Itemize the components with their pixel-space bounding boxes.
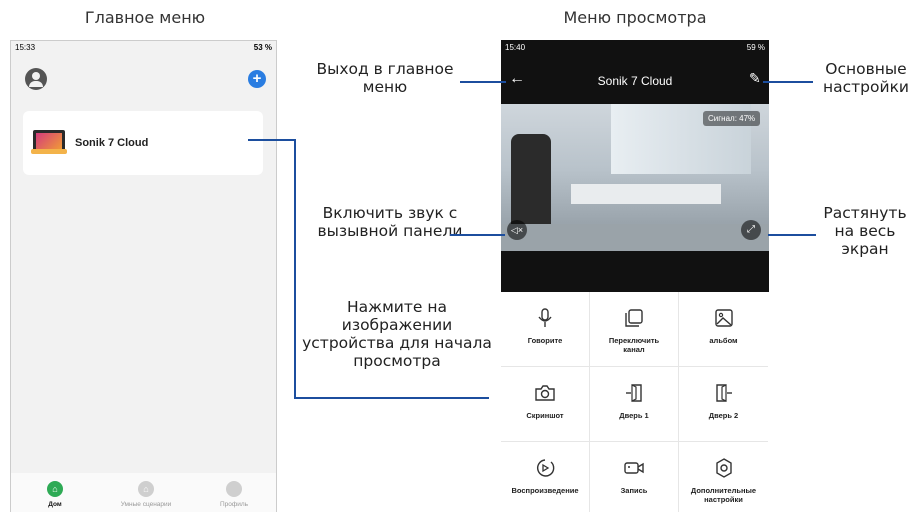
note-tap-device: Нажмите на изображении устройства для на…	[302, 298, 492, 370]
fullscreen-icon[interactable]: ⤢	[741, 220, 761, 240]
home-icon: ⌂	[47, 481, 63, 497]
smart-scene-icon: ⌂	[138, 481, 154, 497]
connector-sound	[450, 234, 505, 236]
nav-smart-scenes[interactable]: ⌂ Умные сценарии	[106, 481, 186, 508]
bottom-nav: ⌂ Дом ⌂ Умные сценарии Профиль	[11, 473, 276, 512]
record-button[interactable]: Запись	[590, 442, 679, 512]
viewer-title: Sonik 7 Cloud	[597, 74, 673, 88]
talk-button[interactable]: Говорите	[501, 292, 590, 367]
playback-button[interactable]: Воспроизведение	[501, 442, 590, 512]
door-2-button[interactable]: Дверь 2	[679, 367, 768, 442]
album-icon	[714, 306, 734, 330]
nav-profile[interactable]: Профиль	[209, 481, 259, 508]
connector-card-bottom	[294, 397, 489, 399]
add-device-button[interactable]: +	[248, 70, 266, 88]
microphone-icon	[538, 306, 552, 330]
screenshot-button[interactable]: Скриншот	[501, 367, 590, 442]
view-menu-screen: 15:40 59 % ← Sonik 7 Cloud ✎ Сигнал: 47%…	[501, 40, 769, 512]
camera-icon	[534, 381, 556, 405]
advanced-settings-button[interactable]: Дополнительные настройки	[679, 442, 768, 512]
nav-home[interactable]: ⌂ Дом	[30, 481, 80, 508]
status-bar: 15:33 53 %	[11, 41, 276, 53]
viewer-status-bar: 15:40 59 %	[501, 40, 769, 52]
caption-view-menu: Меню просмотра	[563, 8, 707, 27]
door-1-label: Дверь 1	[619, 411, 649, 420]
note-fullscreen: Растянуть на весь экран	[823, 204, 907, 258]
switch-channel-button[interactable]: Переключить канал	[590, 292, 679, 367]
switch-channel-icon	[624, 306, 644, 330]
camera-view[interactable]: Сигнал: 47% ◁× ⤢	[501, 104, 769, 251]
status-time: 15:33	[15, 42, 36, 52]
settings-icon	[714, 456, 734, 480]
device-card[interactable]: Sonik 7 Cloud	[23, 111, 263, 175]
viewer-status-battery: 59 %	[746, 42, 765, 52]
edit-icon[interactable]: ✎	[749, 70, 761, 87]
connector-fullscreen	[768, 234, 816, 236]
signal-badge: Сигнал: 47%	[703, 111, 761, 126]
connector-exit	[460, 81, 506, 83]
connector-card-v	[294, 139, 296, 399]
album-label: альбом	[709, 336, 738, 345]
avatar[interactable]	[25, 68, 47, 90]
note-enable-sound: Включить звук с вызывной панели	[317, 204, 463, 240]
viewer-status-time: 15:40	[505, 42, 526, 52]
nav-home-label: Дом	[48, 501, 62, 508]
nav-smart-scenes-label: Умные сценарии	[120, 501, 172, 508]
device-name: Sonik 7 Cloud	[75, 137, 149, 149]
record-label: Запись	[620, 486, 648, 495]
status-battery: 53 %	[253, 42, 272, 52]
connector-settings	[763, 81, 813, 83]
profile-icon	[226, 481, 242, 497]
mute-icon[interactable]: ◁×	[507, 220, 527, 240]
main-menu-screen: 15:33 53 % + Sonik 7 Cloud ⌂ Дом ⌂ Умные…	[10, 40, 277, 512]
switch-channel-label: Переключить канал	[608, 336, 660, 354]
controls-grid: Говорите Переключить канал альбом Скринш…	[501, 292, 769, 512]
door-1-icon	[624, 381, 644, 405]
door-1-button[interactable]: Дверь 1	[590, 367, 679, 442]
advanced-settings-label: Дополнительные настройки	[690, 486, 757, 504]
playback-label: Воспроизведение	[511, 486, 579, 495]
screenshot-label: Скриншот	[526, 411, 564, 420]
caption-main-menu: Главное меню	[84, 8, 206, 27]
door-2-icon	[714, 381, 734, 405]
viewer-header: 15:40 59 % ← Sonik 7 Cloud ✎ Сигнал: 47%…	[501, 40, 769, 292]
album-button[interactable]: альбом	[679, 292, 768, 367]
connector-card-h	[248, 139, 296, 141]
door-2-label: Дверь 2	[708, 411, 739, 420]
device-thumbnail	[31, 130, 67, 154]
record-icon	[623, 456, 645, 480]
note-exit-main-menu: Выход в главное меню	[316, 60, 454, 96]
note-main-settings: Основные настройки	[822, 60, 909, 96]
playback-icon	[535, 456, 555, 480]
talk-label: Говорите	[527, 336, 563, 345]
back-arrow-icon[interactable]: ←	[509, 70, 525, 88]
nav-profile-label: Профиль	[219, 501, 249, 508]
